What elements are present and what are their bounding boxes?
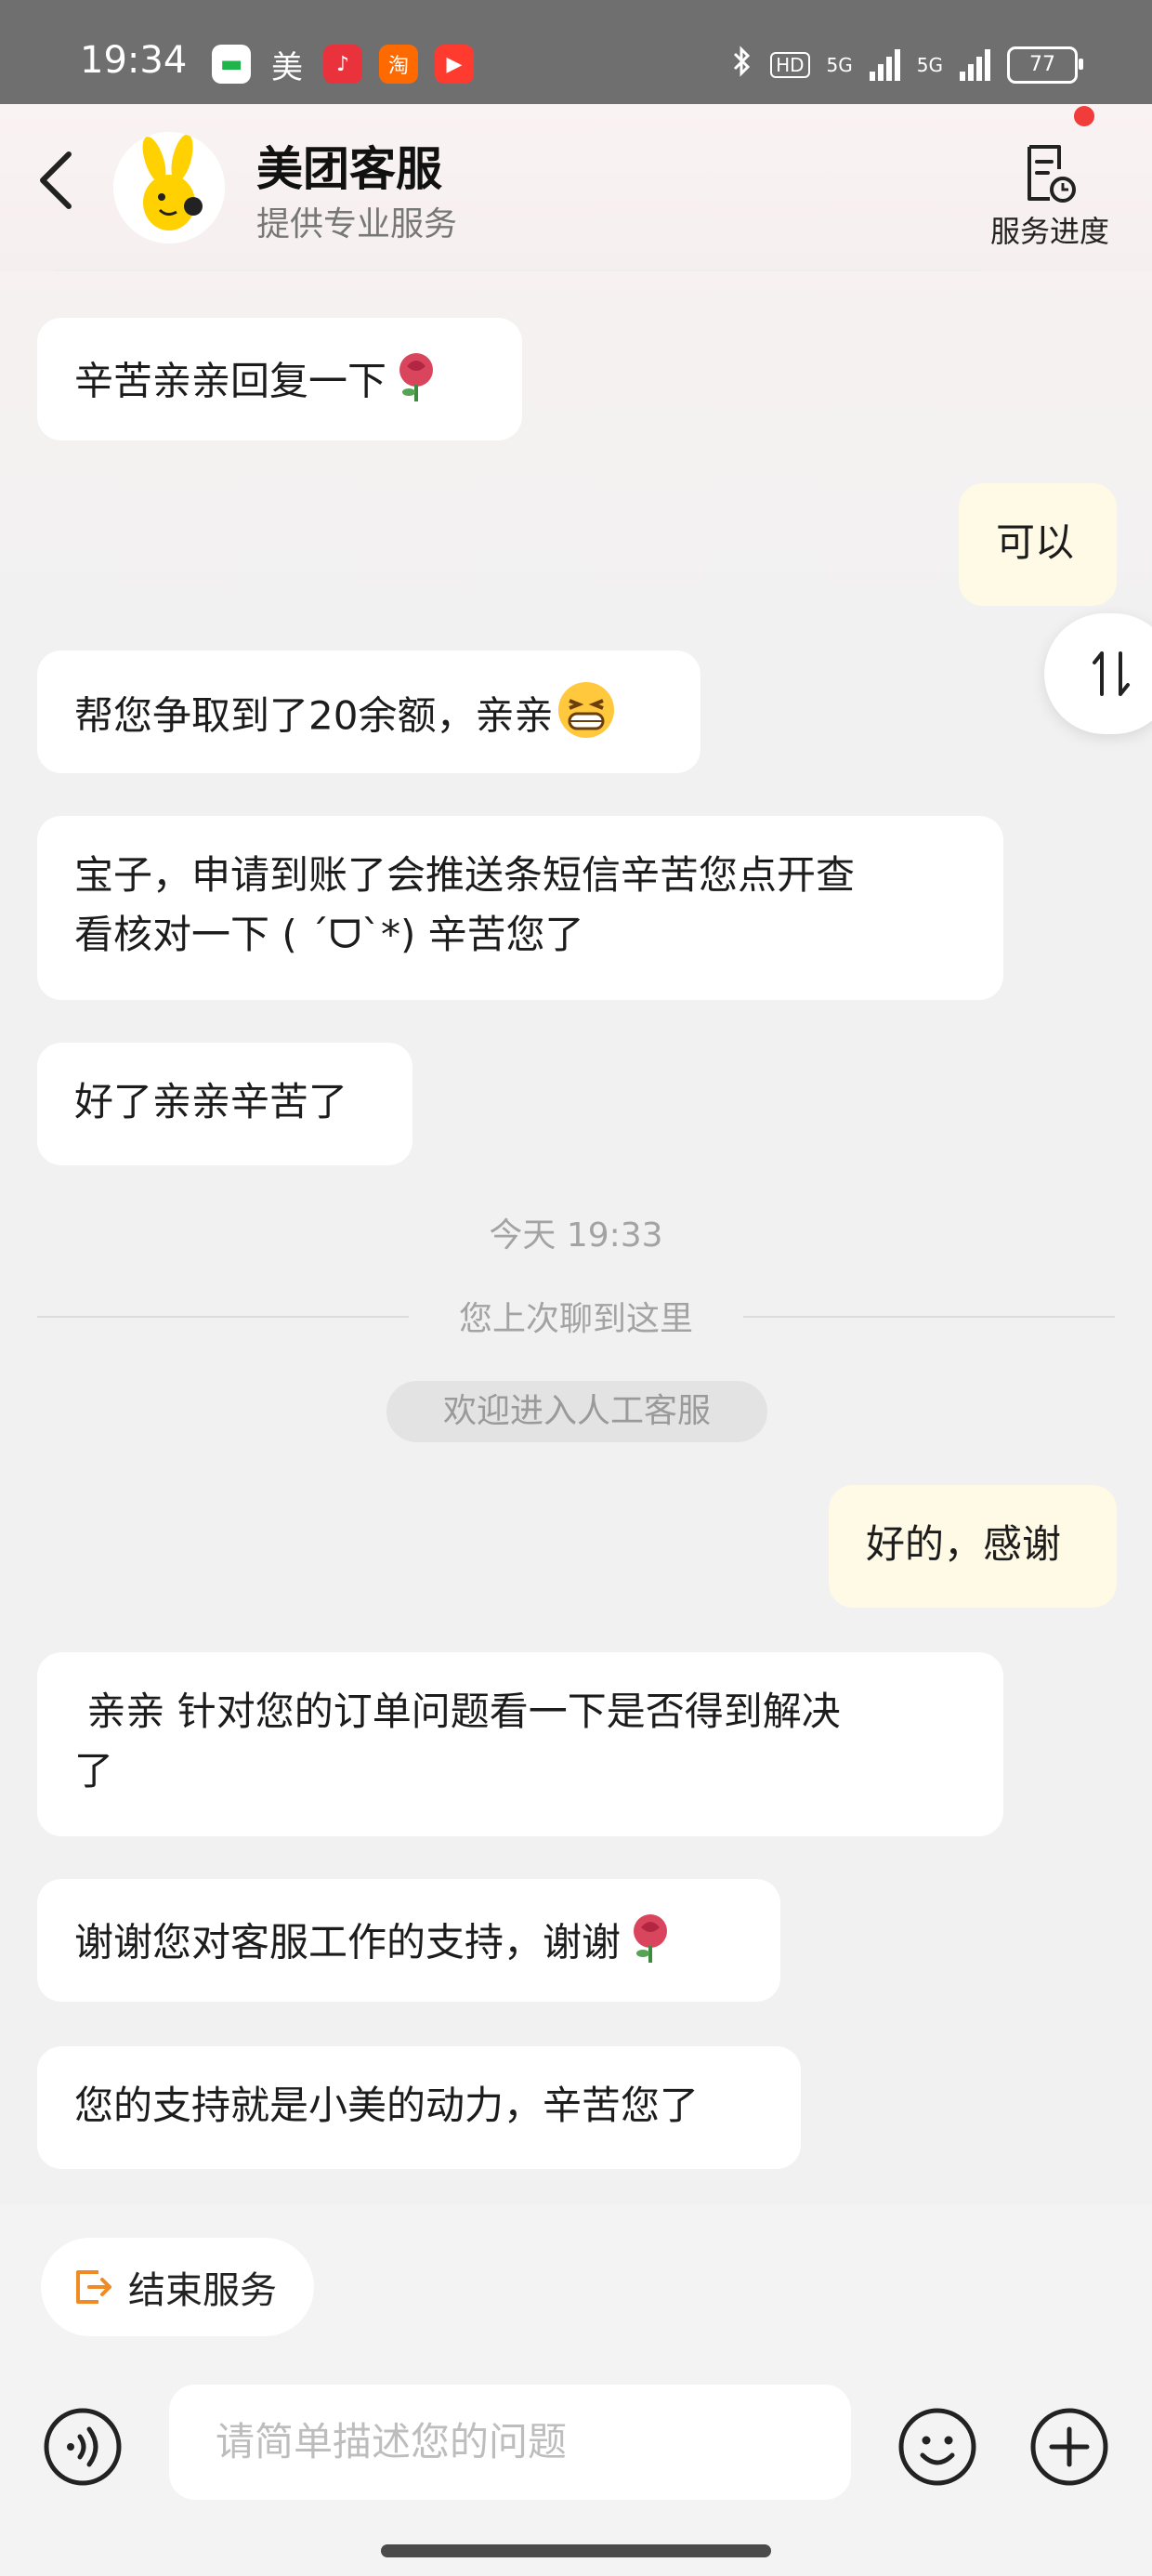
back-button[interactable] bbox=[28, 145, 84, 216]
home-indicator[interactable] bbox=[381, 2544, 771, 2557]
service-progress-button[interactable]: 服务进度 bbox=[975, 132, 1124, 253]
message-agent[interactable]: 您的支持就是小美的动力，辛苦您了 bbox=[37, 2046, 801, 2169]
message-agent[interactable]: 帮您争取到了20余额，亲亲 bbox=[37, 651, 700, 773]
notification-dot bbox=[1074, 106, 1094, 126]
message-text-line-1: 宝子，申请到账了会推送条短信辛苦您点开查 bbox=[74, 852, 856, 898]
message-agent[interactable]: 辛苦亲亲回复一下 bbox=[37, 318, 522, 440]
rose-icon bbox=[390, 348, 442, 420]
status-bar: 19:34 ▬ 美 ♪ 淘 ▶ HD 5G 5G 77 bbox=[0, 0, 1152, 104]
page-title: 美团客服 bbox=[256, 142, 442, 196]
grin-icon bbox=[556, 680, 616, 756]
chat-area[interactable]: 辛苦亲亲回复一下 可以 帮您争取到了20余额，亲亲 宝子，申请到账了会推送条短信… bbox=[0, 271, 1152, 2204]
plus-icon bbox=[1030, 2408, 1108, 2486]
chevron-left-icon bbox=[40, 151, 72, 209]
message-text: 谢谢您对客服工作的支持，谢谢 bbox=[74, 1919, 622, 1965]
net-label-2: 5G bbox=[916, 53, 943, 76]
status-time: 19:34 bbox=[80, 39, 188, 82]
more-button[interactable] bbox=[1029, 2407, 1109, 2487]
music-icon: ♪ bbox=[323, 45, 362, 84]
status-indicators: HD 5G 5G 77 bbox=[731, 45, 1083, 85]
avatar[interactable] bbox=[113, 132, 225, 243]
signal-icon bbox=[869, 48, 900, 81]
rose-icon bbox=[624, 1909, 676, 1981]
message-me[interactable]: 好的，感谢 bbox=[829, 1485, 1117, 1608]
message-agent[interactable]: 亲亲 针对您的订单问题看一下是否得到解决 了 bbox=[37, 1652, 1003, 1836]
exit-icon bbox=[76, 2270, 111, 2304]
history-label: 您上次聊到这里 bbox=[409, 1292, 743, 1340]
taobao-icon: 淘 bbox=[379, 45, 418, 84]
message-text-line-2: 了 bbox=[74, 1748, 114, 1794]
bluetooth-icon bbox=[731, 45, 753, 85]
battery-level: 77 bbox=[1029, 53, 1055, 76]
hd-badge: HD bbox=[770, 51, 810, 78]
net-label: 5G bbox=[826, 53, 853, 76]
signal-icon-2 bbox=[960, 48, 990, 81]
battery-icon: 77 bbox=[1007, 46, 1083, 84]
message-text: 您的支持就是小美的动力，辛苦您了 bbox=[74, 2083, 700, 2128]
message-text-line-2: 看核对一下 ( ´ᗜ`*) 辛苦您了 bbox=[74, 912, 584, 957]
welcome-pill: 欢迎进入人工客服 bbox=[386, 1381, 767, 1442]
message-text: 好的，感谢 bbox=[866, 1521, 1062, 1567]
message-text: 可以 bbox=[996, 519, 1075, 565]
notification-icons: ▬ 美 ♪ 淘 ▶ bbox=[212, 45, 474, 86]
message-input[interactable]: 请简单描述您的问题 bbox=[169, 2385, 851, 2500]
message-agent[interactable]: 宝子，申请到账了会推送条短信辛苦您点开查 看核对一下 ( ´ᗜ`*) 辛苦您了 bbox=[37, 816, 1003, 1000]
message-me[interactable]: 可以 bbox=[959, 483, 1117, 606]
emoji-button[interactable] bbox=[897, 2407, 977, 2487]
message-agent[interactable]: 谢谢您对客服工作的支持，谢谢 bbox=[37, 1879, 780, 2002]
message-text: 好了亲亲辛苦了 bbox=[74, 1079, 348, 1124]
message-text-line-1: 亲亲 针对您的订单问题看一下是否得到解决 bbox=[74, 1689, 841, 1734]
service-progress-label: 服务进度 bbox=[989, 214, 1109, 249]
chat-header: 美团客服 提供专业服务 服务进度 bbox=[0, 104, 1152, 271]
wechat-icon: ▬ bbox=[212, 45, 251, 84]
voice-icon bbox=[44, 2408, 122, 2486]
end-service-label: 结束服务 bbox=[128, 2269, 277, 2312]
video-icon: ▶ bbox=[435, 45, 474, 84]
page-subtitle: 提供专业服务 bbox=[256, 205, 458, 243]
message-text: 辛苦亲亲回复一下 bbox=[74, 358, 387, 404]
swap-vertical-icon bbox=[1093, 651, 1130, 696]
voice-input-button[interactable] bbox=[43, 2407, 123, 2487]
meituan-icon: 美 bbox=[271, 48, 303, 86]
document-clock-icon bbox=[1028, 145, 1076, 203]
kangaroo-mascot-icon bbox=[113, 132, 225, 243]
message-text: 帮您争取到了20余额，亲亲 bbox=[74, 692, 554, 739]
smiley-icon bbox=[898, 2408, 976, 2486]
end-service-button[interactable]: 结束服务 bbox=[41, 2238, 314, 2336]
message-agent[interactable]: 好了亲亲辛苦了 bbox=[37, 1043, 412, 1165]
composer-area: 结束服务 请简单描述您的问题 bbox=[0, 2204, 1152, 2576]
system-timestamp: 今天 19:33 bbox=[489, 1216, 663, 1255]
